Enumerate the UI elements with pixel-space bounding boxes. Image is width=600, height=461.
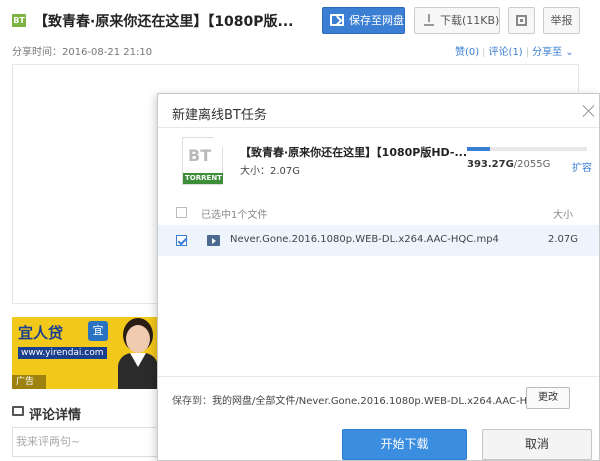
chevron-down-icon: ⌄ [562, 47, 574, 58]
report-button[interactable]: 举报 [543, 7, 580, 34]
save-to-cloud-button[interactable]: 保存至网盘 [322, 7, 405, 34]
new-bt-task-dialog: 新建离线BT任务 BT TORRENT 【致青春·原来你还在这里】【1080P版… [157, 93, 600, 461]
save-location-label: 保存到： [172, 396, 212, 407]
like-link[interactable]: 赞(0) [455, 47, 479, 58]
ad-brand: 宜人贷 [18, 324, 64, 342]
ad-tag: 广告 [12, 375, 46, 389]
video-file-icon [207, 235, 220, 246]
expand-storage-link[interactable]: 扩容 [572, 159, 592, 174]
save-to-cloud-icon [330, 14, 344, 26]
torrent-icon-label: TORRENT [183, 173, 223, 184]
file-row[interactable]: Never.Gone.2016.1080p.WEB-DL.x264.AAC-HQ… [158, 225, 599, 256]
share-page-header: BT 【致青春·原来你还在这里】【1080P版... 保存至网盘 下载(11KB… [0, 0, 600, 60]
file-list-header: 已选中1个文件 大小 [158, 199, 599, 225]
share-link[interactable]: 分享至 [532, 47, 562, 58]
save-location: 保存到：我的网盘/全部文件/Never.Gone.2016.1080p.WEB-… [172, 392, 542, 407]
select-all-checkbox[interactable] [176, 207, 187, 218]
divider [158, 376, 599, 377]
comment-icon [12, 406, 24, 416]
file-name: Never.Gone.2016.1080p.WEB-DL.x264.AAC-HQ… [230, 234, 499, 245]
comments-heading-label: 评论详情 [29, 408, 82, 423]
torrent-name: 【致青春·原来你还在这里】【1080P版HD-... [240, 146, 467, 159]
divider: | [482, 47, 486, 58]
save-to-cloud-label: 保存至网盘 [349, 14, 404, 27]
torrent-icon-text: BT [188, 146, 212, 165]
file-size: 2.07G [548, 234, 579, 245]
comments-heading: 评论详情 [12, 404, 81, 423]
comment-link[interactable]: 评论(1) [489, 47, 523, 58]
torrent-size: 大小：2.07G [240, 166, 301, 177]
selected-count: 已选中1个文件 [201, 210, 268, 221]
storage-total: /2055G [513, 159, 551, 170]
file-checkbox[interactable] [176, 235, 187, 246]
download-icon [424, 14, 434, 26]
qr-code-icon [516, 15, 527, 26]
ad-brand-logo-icon: 宜 [88, 321, 108, 341]
close-icon[interactable] [581, 103, 597, 119]
qr-code-button[interactable] [508, 7, 535, 34]
start-download-button[interactable]: 开始下载 [342, 429, 467, 460]
change-location-button[interactable]: 更改 [526, 387, 570, 409]
download-label: 下载(11KB) [440, 14, 500, 27]
dialog-title: 新建离线BT任务 [172, 108, 267, 123]
share-actions: 赞(0) | 评论(1) | 分享至 ⌄ [455, 43, 574, 58]
ad-url: www.yirendai.com [18, 347, 107, 359]
cancel-button[interactable]: 取消 [482, 429, 592, 460]
save-location-path: 我的网盘/全部文件/Never.Gone.2016.1080p.WEB-DL.x… [212, 396, 543, 407]
storage-quota-fill [467, 147, 490, 151]
storage-quota-bar [467, 147, 587, 151]
divider: | [525, 47, 530, 58]
storage-used: 393.27G [467, 159, 514, 170]
download-button[interactable]: 下载(11KB) [414, 7, 500, 34]
storage-quota-text: 393.27G/2055G [467, 159, 550, 170]
size-column-header: 大小 [553, 210, 573, 221]
bt-badge-icon: BT [12, 14, 26, 27]
share-title[interactable]: 【致青春·原来你还在这里】【1080P版... [34, 11, 294, 31]
ad-person-image [116, 321, 158, 389]
torrent-file-icon: BT TORRENT [182, 137, 223, 185]
divider [158, 127, 599, 128]
comment-input[interactable]: 我来评两句~ [12, 427, 158, 457]
share-time: 分享时间：2016-08-21 21:10 [12, 47, 153, 58]
